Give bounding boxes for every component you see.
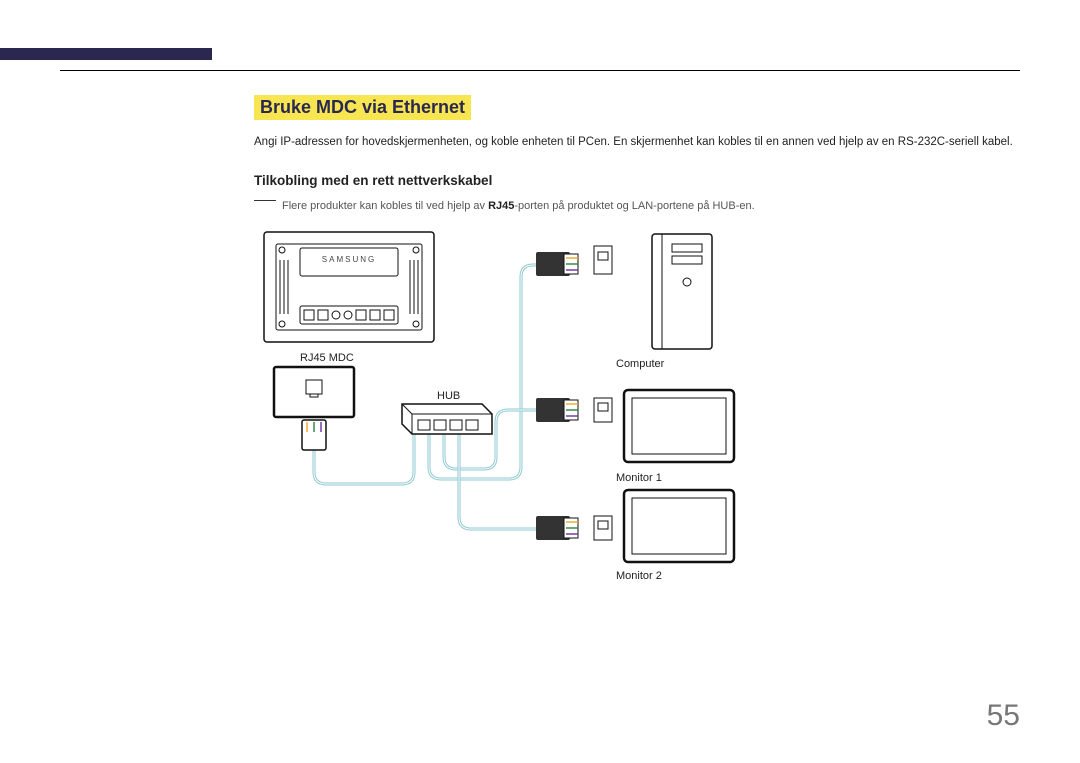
network-hub [402,404,492,434]
rj45-plug-main [302,420,326,450]
connection-diagram: RJ45 MDC HUB Computer Monitor 1 Monitor … [254,222,934,602]
manual-page: Bruke MDC via Ethernet Angi IP-adressen … [0,0,1080,763]
rj45-plug-computer [536,252,578,276]
label-computer: Computer [616,358,664,370]
footnote: Flere produkter kan kobles til ved hjelp… [254,198,1020,216]
label-monitor1: Monitor 1 [616,472,662,484]
diagram-svg: SAMSUNG [254,222,934,602]
svg-text:SAMSUNG: SAMSUNG [322,255,376,264]
rj45-plug-monitor2 [536,516,578,540]
footnote-suffix: -porten på produktet og LAN-portene på H… [514,200,754,212]
page-content: Bruke MDC via Ethernet Angi IP-adressen … [254,95,1020,602]
monitor-2 [594,490,734,562]
computer-tower [594,234,712,349]
label-hub: HUB [437,390,460,402]
display-back-panel: SAMSUNG [264,232,434,342]
label-rj45: RJ45 MDC [300,352,354,364]
footnote-prefix: Flere produkter kan kobles til ved hjelp… [282,200,488,212]
section-paragraph: Angi IP-adressen for hovedskjermenheten,… [254,134,1020,151]
rj45-plug-monitor1 [536,398,578,422]
page-number: 55 [987,699,1020,733]
footnote-bold: RJ45 [488,200,514,212]
label-monitor2: Monitor 2 [616,570,662,582]
monitor-1 [594,390,734,462]
subsection-heading: Tilkobling med en rett nettverkskabel [254,173,1020,188]
rj45-panel [274,367,354,417]
header-rule [60,70,1020,71]
header-accent-bar [0,48,212,60]
section-heading: Bruke MDC via Ethernet [254,95,471,120]
